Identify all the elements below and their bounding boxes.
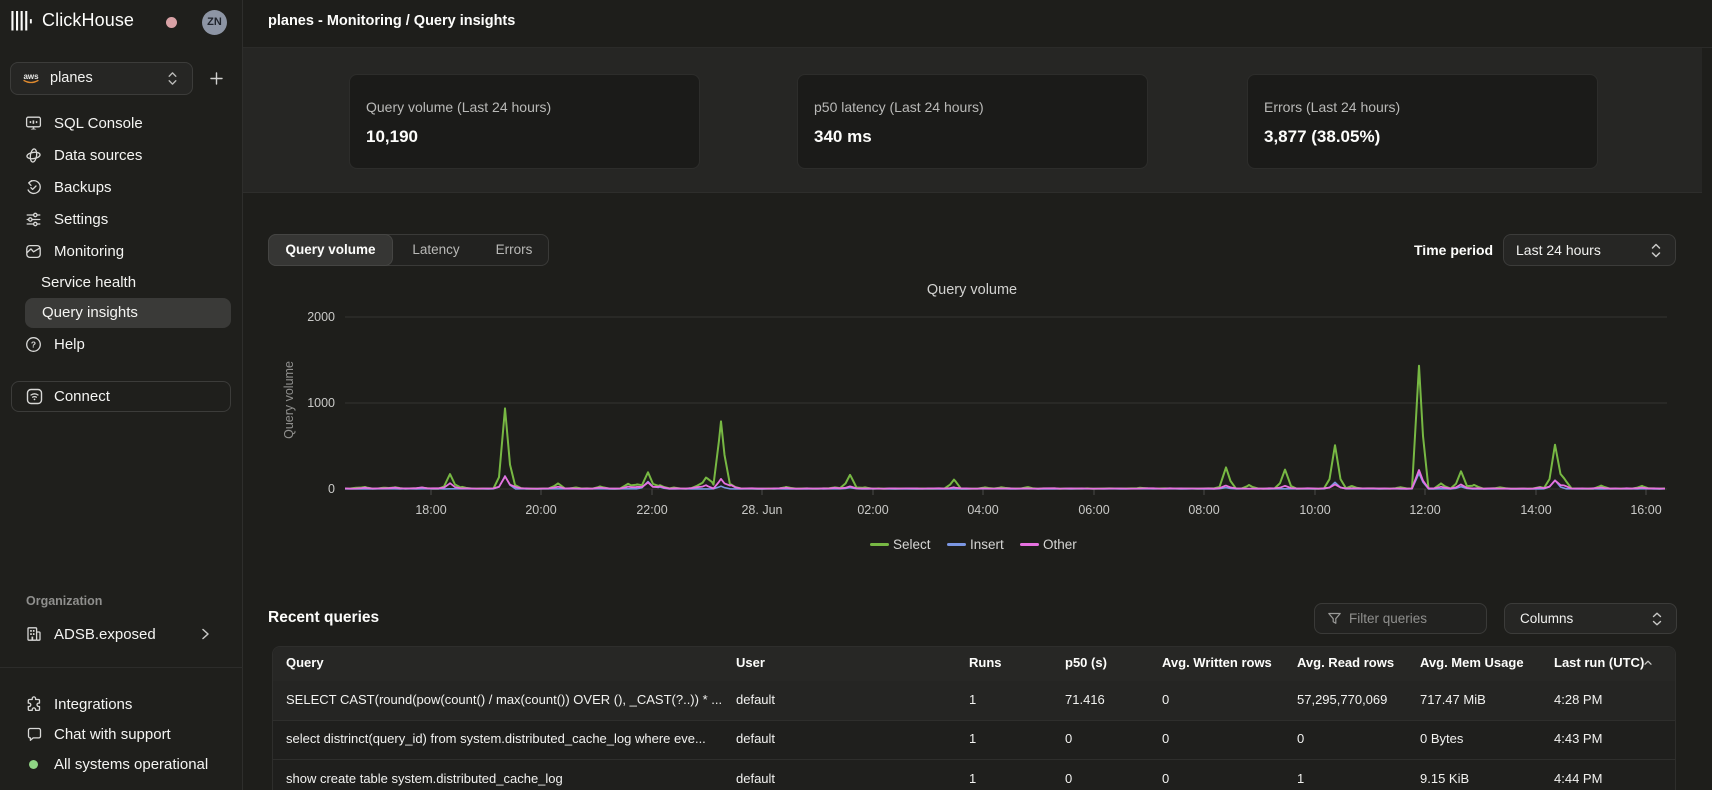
svg-text:?: ? — [31, 339, 36, 349]
svg-text:aws: aws — [23, 72, 39, 81]
